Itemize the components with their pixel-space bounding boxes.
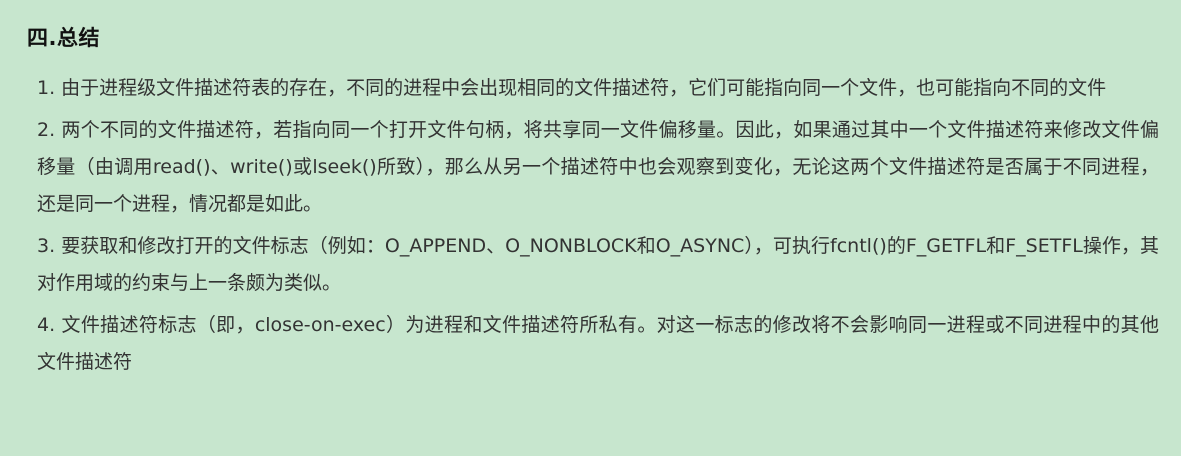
summary-item-1: 1. 由于进程级文件描述符表的存在，不同的进程中会出现相同的文件描述符，它们可能… xyxy=(37,77,1107,99)
section-title: 四.总结 xyxy=(27,26,100,50)
summary-section: 四.总结 1. 由于进程级文件描述符表的存在，不同的进程中会出现相同的文件描述符… xyxy=(0,0,1181,456)
summary-item-3: 3. 要获取和修改打开的文件标志（例如：O_APPEND、O_NONBLOCK和… xyxy=(37,235,1159,294)
summary-list: 1. 由于进程级文件描述符表的存在，不同的进程中会出现相同的文件描述符，它们可能… xyxy=(27,70,1159,381)
summary-item-4: 4. 文件描述符标志（即，close-on-exec）为进程和文件描述符所私有。… xyxy=(37,314,1159,373)
summary-item-2: 2. 两个不同的文件描述符，若指向同一个打开文件句柄，将共享同一文件偏移量。因此… xyxy=(37,119,1159,215)
